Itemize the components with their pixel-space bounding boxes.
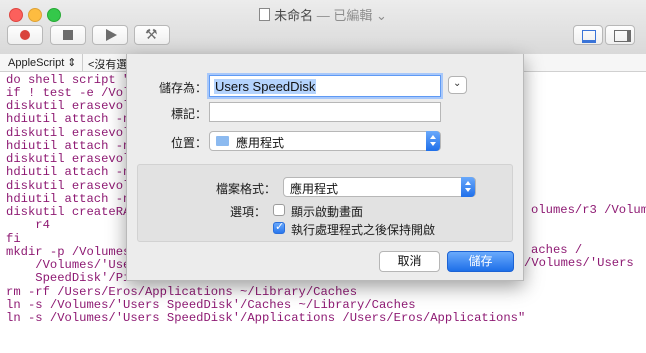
show-log-view-button[interactable]	[573, 25, 603, 45]
where-popup[interactable]: 應用程式	[209, 131, 441, 151]
window-titlebar: 未命名 — 已編輯 ⌄ ⚒	[0, 0, 646, 55]
language-popup[interactable]: AppleScript ⇕	[8, 56, 77, 69]
chevron-down-icon[interactable]: ⌄	[376, 8, 387, 23]
compile-button[interactable]: ⚒	[134, 25, 170, 45]
stay-open-checkbox[interactable]	[273, 220, 285, 234]
code-line: rm -rf /Users/Eros/Applications ~/Librar…	[6, 284, 358, 299]
code-line: hdiutil attach -nor	[6, 165, 145, 180]
cancel-button[interactable]: 取消	[379, 251, 440, 272]
code-line: r4	[6, 218, 50, 233]
show-startup-screen-label[interactable]: 顯示啟動畫面	[291, 203, 363, 220]
show-inspector-button[interactable]	[605, 25, 635, 45]
navbar-divider	[82, 54, 83, 71]
code-line: hdiutil attach -nor	[6, 191, 145, 206]
chevron-down-icon: ⌄	[453, 78, 462, 89]
element-popup[interactable]: <沒有選	[88, 56, 127, 72]
code-line: ln -s /Volumes/'Users SpeedDisk'/Caches …	[6, 297, 416, 312]
expand-sheet-button[interactable]: ⌄	[448, 76, 467, 94]
save-as-value: Users SpeedDisk	[214, 79, 317, 94]
code-line: diskutil erasevolu	[6, 99, 138, 113]
options-panel: 檔案格式： 應用程式 選項： 顯示啟動畫面 執行處理程式之後保持開啟	[137, 164, 513, 242]
document-name: 未命名	[274, 8, 314, 23]
popup-arrows-icon	[461, 177, 475, 197]
record-button[interactable]	[7, 25, 43, 45]
code-line-fragment: /Volumes/'Users	[524, 256, 634, 270]
window-title: 未命名 — 已編輯 ⌄	[0, 5, 646, 24]
hammer-icon: ⚒	[145, 26, 158, 42]
code-line: if ! test -e /Volum	[6, 85, 145, 100]
folder-icon	[216, 136, 229, 146]
code-line: ln -s /Volumes/'Users SpeedDisk'/Applica…	[6, 311, 526, 325]
show-startup-screen-checkbox[interactable]	[273, 204, 285, 216]
code-line-fragment: olumes/r3 /Volumes/	[531, 203, 646, 217]
save-button[interactable]: 儲存	[447, 251, 514, 272]
code-line: diskutil createRAI	[6, 205, 138, 219]
options-label: 選項：	[229, 205, 266, 219]
file-format-popup[interactable]: 應用程式	[283, 177, 476, 197]
code-line: mkdir -p /Volumes/	[6, 244, 138, 259]
popup-arrows-icon	[426, 131, 440, 151]
file-format-label: 檔案格式：	[215, 182, 276, 196]
code-line: fi	[6, 231, 21, 246]
code-line: hdiutil attach -nor	[6, 138, 145, 153]
tags-label: 標記：	[170, 107, 207, 121]
code-line: diskutil erasevolu	[6, 152, 138, 166]
code-line: SpeedDisk'/Pict	[6, 271, 145, 286]
tags-field[interactable]	[209, 102, 441, 122]
run-button[interactable]	[92, 25, 128, 45]
edited-status[interactable]: — 已編輯	[317, 8, 373, 23]
code-line: hdiutil attach -nor	[6, 112, 145, 127]
file-format-value: 應用程式	[290, 182, 339, 196]
code-line: diskutil erasevolu	[6, 178, 138, 193]
code-line: diskutil erasevolu	[6, 125, 138, 140]
document-icon	[259, 8, 271, 21]
where-value: 應用程式	[236, 136, 285, 150]
code-line: do shell script "	[6, 72, 131, 87]
code-line: /Volumes/'Users	[6, 258, 145, 272]
stay-open-label[interactable]: 執行處理程式之後保持開啟	[291, 221, 435, 238]
save-sheet: 儲存為： Users SpeedDisk ⌄ 標記： 位置： 應用程式 檔案格式…	[126, 54, 524, 281]
stop-button[interactable]	[50, 25, 86, 45]
save-as-label: 儲存為：	[158, 81, 207, 95]
save-as-field[interactable]: Users SpeedDisk	[209, 75, 441, 97]
where-label: 位置：	[170, 136, 207, 150]
